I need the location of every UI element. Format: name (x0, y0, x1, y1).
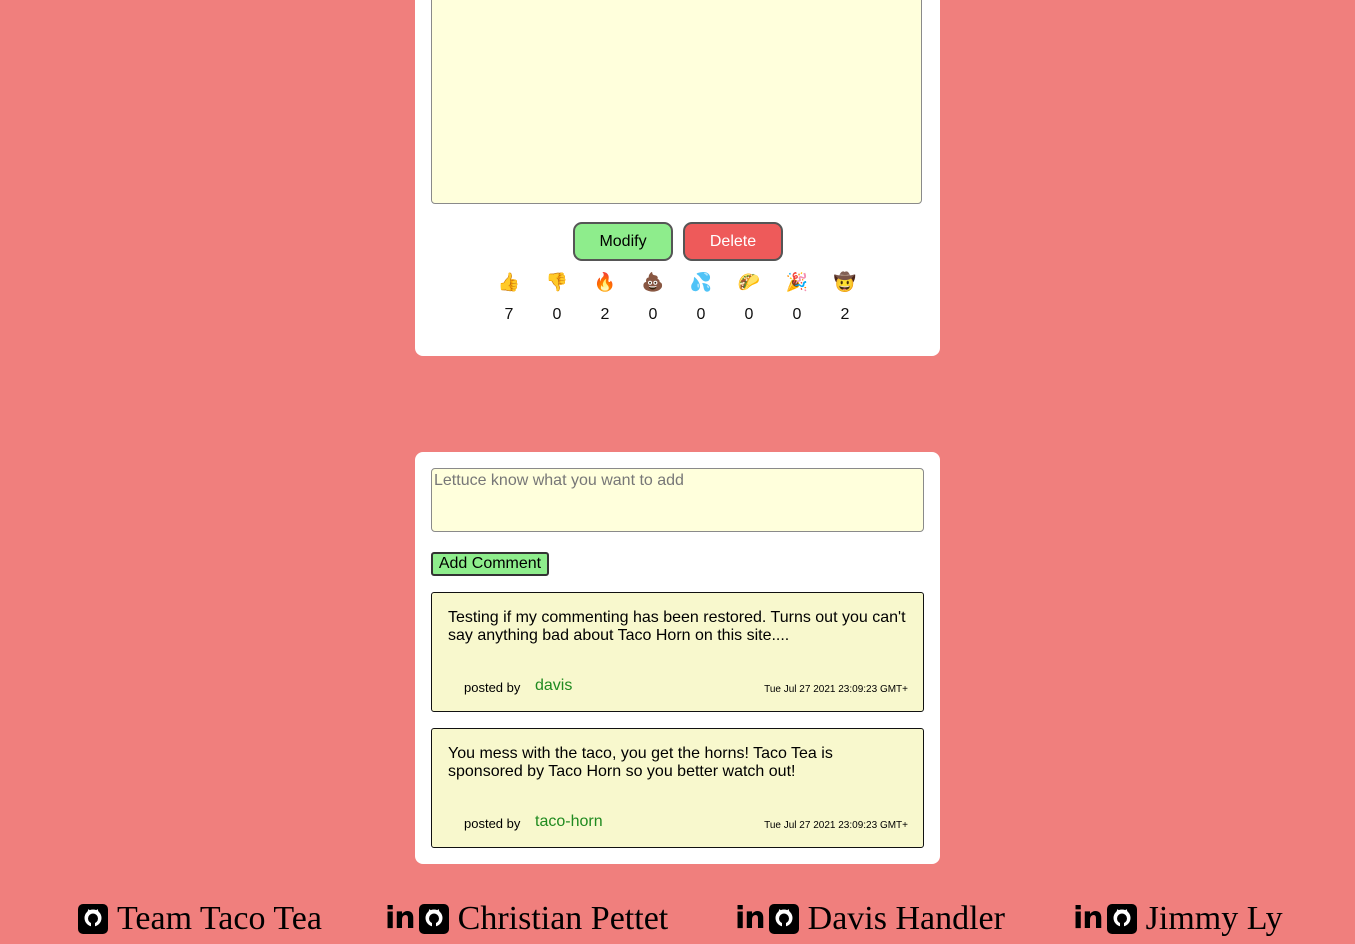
footer-christian-pettet: in Christian Pettet (385, 900, 668, 938)
comment-text: Testing if my commenting has been restor… (448, 609, 906, 644)
delete-button[interactable]: Delete (683, 222, 783, 261)
footer: Team Taco Tea in Christian Pettet in Dav… (0, 900, 1355, 944)
comment-timestamp: Tue Jul 27 2021 23:09:23 GMT+ (764, 684, 908, 695)
footer-name[interactable]: Team Taco Tea (117, 900, 322, 938)
posted-by-label: posted by (464, 816, 521, 831)
github-icon[interactable] (78, 904, 108, 934)
reaction-thumbs-up[interactable]: 👍 7 (489, 270, 529, 324)
github-icon[interactable] (418, 904, 449, 934)
reaction-count: 2 (600, 306, 610, 323)
taco-icon: 🌮 (737, 272, 761, 292)
post-card: Modify Delete 👍 7 👎 0 🔥 2 💩 0 💦 0 🌮 0 🎉 (415, 0, 940, 356)
comment-timestamp: Tue Jul 27 2021 23:09:23 GMT+ (764, 820, 908, 831)
thumbs-up-icon: 👍 (497, 272, 521, 292)
linkedin-icon[interactable]: in (1073, 904, 1104, 934)
comment-text: You mess with the taco, you get the horn… (448, 745, 833, 780)
linkedin-icon[interactable]: in (735, 904, 766, 934)
comment-input[interactable] (431, 468, 924, 532)
reaction-thumbs-down[interactable]: 👎 0 (537, 270, 577, 324)
comment-item: You mess with the taco, you get the horn… (431, 728, 924, 848)
reaction-count: 2 (840, 306, 850, 323)
posted-by-label: posted by (464, 680, 521, 695)
reaction-fire[interactable]: 🔥 2 (585, 270, 625, 324)
comment-item: Testing if my commenting has been restor… (431, 592, 924, 712)
reaction-sweat-droplets[interactable]: 💦 0 (681, 270, 721, 324)
reaction-poop[interactable]: 💩 0 (633, 270, 673, 324)
poop-icon: 💩 (641, 272, 665, 292)
reaction-count: 0 (792, 306, 802, 323)
footer-name[interactable]: Christian Pettet (458, 900, 669, 938)
fire-icon: 🔥 (593, 272, 617, 292)
footer-davis-handler: in Davis Handler (735, 900, 1005, 938)
thumbs-down-icon: 👎 (545, 272, 569, 292)
linkedin-icon[interactable]: in (385, 904, 416, 934)
party-popper-icon: 🎉 (785, 272, 809, 292)
cowboy-icon: 🤠 (833, 272, 857, 292)
github-icon[interactable] (768, 904, 799, 934)
github-icon[interactable] (1106, 904, 1137, 934)
comment-author[interactable]: davis (535, 677, 572, 695)
footer-name[interactable]: Jimmy Ly (1146, 900, 1283, 938)
reaction-count: 0 (552, 306, 562, 323)
reaction-count: 0 (744, 306, 754, 323)
comments-card: Add Comment Testing if my commenting has… (415, 452, 940, 864)
reaction-count: 0 (648, 306, 658, 323)
comment-author[interactable]: taco-horn (535, 813, 603, 831)
footer-name[interactable]: Davis Handler (808, 900, 1005, 938)
post-body-area[interactable] (431, 0, 922, 204)
reaction-count: 7 (504, 306, 514, 323)
reaction-count: 0 (696, 306, 706, 323)
footer-team-taco-tea: Team Taco Tea (78, 900, 322, 938)
reaction-cowboy[interactable]: 🤠 2 (825, 270, 865, 324)
reaction-taco[interactable]: 🌮 0 (729, 270, 769, 324)
reaction-party-popper[interactable]: 🎉 0 (777, 270, 817, 324)
modify-button[interactable]: Modify (573, 222, 673, 261)
add-comment-button[interactable]: Add Comment (431, 552, 549, 576)
footer-jimmy-ly: in Jimmy Ly (1073, 900, 1283, 938)
sweat-droplets-icon: 💦 (689, 272, 713, 292)
